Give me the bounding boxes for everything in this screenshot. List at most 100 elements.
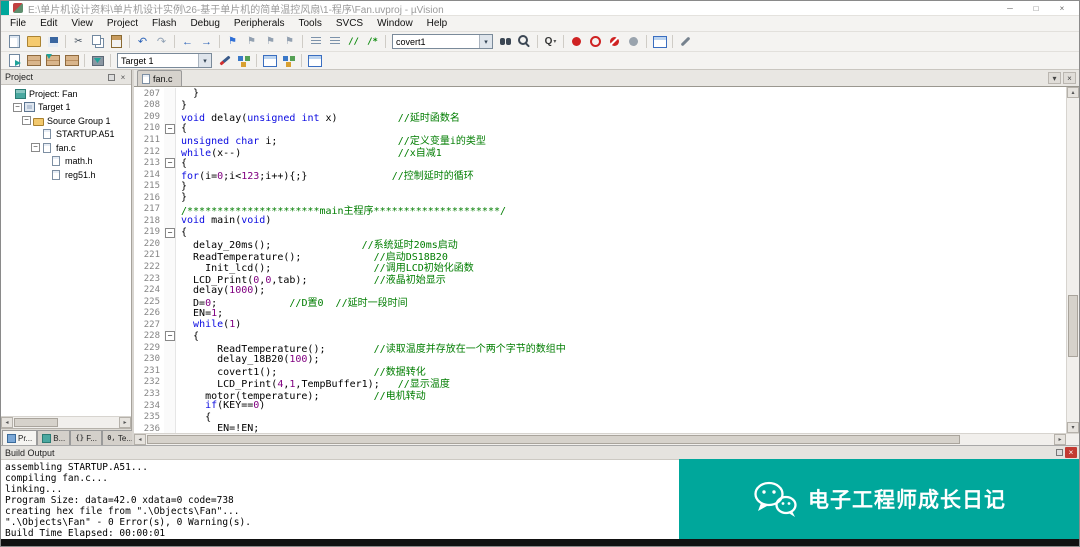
code-area[interactable]: 207 } 208} 209 void delay(unsigned int x) /… [134, 87, 1066, 433]
code-line[interactable]: 217/**********************main主程序*******… [134, 203, 1066, 217]
menu-item-file[interactable]: File [3, 16, 33, 32]
menu-item-tools[interactable]: Tools [292, 16, 329, 32]
open-file-icon[interactable] [25, 34, 42, 49]
scroll-up-icon[interactable] [1067, 87, 1079, 98]
editor-vscrollbar[interactable] [1066, 87, 1079, 433]
tree-item-project-fan[interactable]: Project: Fan [1, 87, 131, 101]
code-line[interactable]: 225 D=0; //D置0 //延时一段时间 [134, 295, 1066, 309]
dropdown-arrow-icon[interactable] [479, 35, 492, 48]
panel-tab-books[interactable]: B... [37, 430, 71, 445]
scroll-right-icon[interactable] [119, 417, 131, 428]
scrollbar-thumb[interactable] [1068, 294, 1078, 357]
bookmark-prev-icon[interactable] [243, 34, 260, 49]
code-line[interactable]: 223 LCD_Print(0,0,tab); //液晶初始显示 [134, 272, 1066, 286]
insert-breakpoint-icon[interactable] [568, 34, 585, 49]
scroll-right-icon[interactable] [1054, 434, 1066, 445]
editor-hscrollbar[interactable] [134, 433, 1079, 445]
undo-icon[interactable] [134, 34, 151, 49]
collapse-icon[interactable] [13, 102, 22, 112]
new-file-icon[interactable] [6, 34, 23, 49]
collapse-icon[interactable] [22, 116, 31, 126]
uncomment-selection-icon[interactable] [364, 34, 381, 49]
tree-item-startup.a51[interactable]: STARTUP.A51 [1, 128, 131, 142]
code-line[interactable]: 212 while(x--) //x自减1 [134, 145, 1066, 159]
panel-tab-functions[interactable]: F... [70, 430, 102, 445]
menu-item-project[interactable]: Project [100, 16, 145, 32]
code-line[interactable]: 214 for(i=0;i<123;i++){;} //控制延时的循环 [134, 168, 1066, 182]
code-line[interactable]: 236 EN=!EN; [134, 422, 1066, 433]
pin-icon[interactable] [105, 72, 117, 83]
rebuild-all-icon[interactable] [44, 53, 61, 68]
batch-build-icon[interactable] [63, 53, 80, 68]
options-for-target-icon[interactable] [216, 53, 233, 68]
scroll-left-icon[interactable] [134, 434, 146, 445]
scroll-left-icon[interactable] [1, 417, 13, 428]
minimize-button[interactable] [997, 2, 1023, 15]
fold-collapse-icon[interactable] [164, 330, 176, 343]
nav-back-icon[interactable] [179, 34, 196, 49]
fold-collapse-icon[interactable] [164, 122, 176, 135]
configure-icon[interactable] [677, 34, 694, 49]
redo-icon[interactable] [153, 34, 170, 49]
paste-icon[interactable] [108, 34, 125, 49]
menu-item-debug[interactable]: Debug [183, 16, 226, 32]
unindent-icon[interactable] [307, 34, 324, 49]
kill-breakpoints-icon[interactable] [606, 34, 623, 49]
cut-icon[interactable] [70, 34, 87, 49]
project-hscrollbar[interactable] [1, 416, 131, 428]
code-line[interactable]: 233 motor(temperature); //电机转动 [134, 388, 1066, 402]
multi-project-icon[interactable] [280, 53, 297, 68]
indent-icon[interactable] [326, 34, 343, 49]
bookmark-toggle-icon[interactable] [224, 34, 241, 49]
bookmark-next-icon[interactable] [262, 34, 279, 49]
nav-forward-icon[interactable] [198, 34, 215, 49]
find-combo[interactable]: covert1 [392, 34, 493, 49]
menu-item-peripherals[interactable]: Peripherals [227, 16, 292, 32]
code-line[interactable]: 229 ReadTemperature(); //读取温度并存放在一个两个字节的… [134, 342, 1066, 355]
tree-item-source-group-1[interactable]: Source Group 1 [1, 114, 131, 128]
scrollbar-thumb[interactable] [14, 418, 59, 427]
comment-selection-icon[interactable] [345, 34, 362, 49]
menu-item-view[interactable]: View [64, 16, 100, 32]
scrollbar-thumb[interactable] [147, 435, 960, 444]
tree-item-target-1[interactable]: Target 1 [1, 101, 131, 115]
manage-project-items-icon[interactable] [235, 53, 252, 68]
code-line[interactable]: 235 { [134, 411, 1066, 423]
menu-item-flash[interactable]: Flash [145, 16, 183, 32]
code-line[interactable]: 207 } [134, 88, 1066, 100]
enable-breakpoints-icon[interactable] [625, 34, 642, 49]
build-icon[interactable] [25, 53, 42, 68]
menu-item-window[interactable]: Window [370, 16, 420, 32]
maximize-button[interactable] [1023, 2, 1049, 15]
tab-fan.c[interactable]: fan.c [137, 70, 182, 86]
translate-file-icon[interactable] [6, 53, 23, 68]
close-tab-icon[interactable] [1063, 72, 1076, 84]
fold-collapse-icon[interactable] [164, 226, 176, 239]
tree-item-math.h[interactable]: math.h [1, 155, 131, 169]
window-layout-icon[interactable] [651, 34, 668, 49]
copy-icon[interactable] [89, 34, 106, 49]
code-line[interactable]: 209 void delay(unsigned int x) //延时函数名 [134, 111, 1066, 124]
fold-collapse-icon[interactable] [164, 157, 176, 169]
tree-item-fan.c[interactable]: fan.c [1, 141, 131, 155]
panel-tab-project[interactable]: Pr... [2, 430, 38, 445]
file-extensions-icon[interactable] [261, 53, 278, 68]
menu-item-edit[interactable]: Edit [33, 16, 64, 32]
pin-icon[interactable] [1053, 447, 1065, 458]
search-icon[interactable] [516, 34, 533, 49]
close-panel-icon[interactable] [117, 72, 129, 83]
close-button[interactable] [1049, 2, 1075, 15]
menu-item-svcs[interactable]: SVCS [329, 16, 370, 32]
disable-breakpoint-icon[interactable] [587, 34, 604, 49]
tab-list-icon[interactable] [1048, 72, 1061, 84]
collapse-icon[interactable] [31, 143, 40, 153]
code-line[interactable]: 227 while(1) [134, 318, 1066, 331]
tree-item-reg51.h[interactable]: reg51.h [1, 168, 131, 182]
find-in-files-icon[interactable] [497, 34, 514, 49]
target-combo[interactable]: Target 1 [117, 53, 212, 68]
save-icon[interactable] [44, 34, 61, 49]
close-panel-icon[interactable] [1065, 447, 1077, 458]
bookmark-clear-icon[interactable] [281, 34, 298, 49]
download-flash-icon[interactable] [89, 53, 106, 68]
menu-item-help[interactable]: Help [420, 16, 455, 32]
